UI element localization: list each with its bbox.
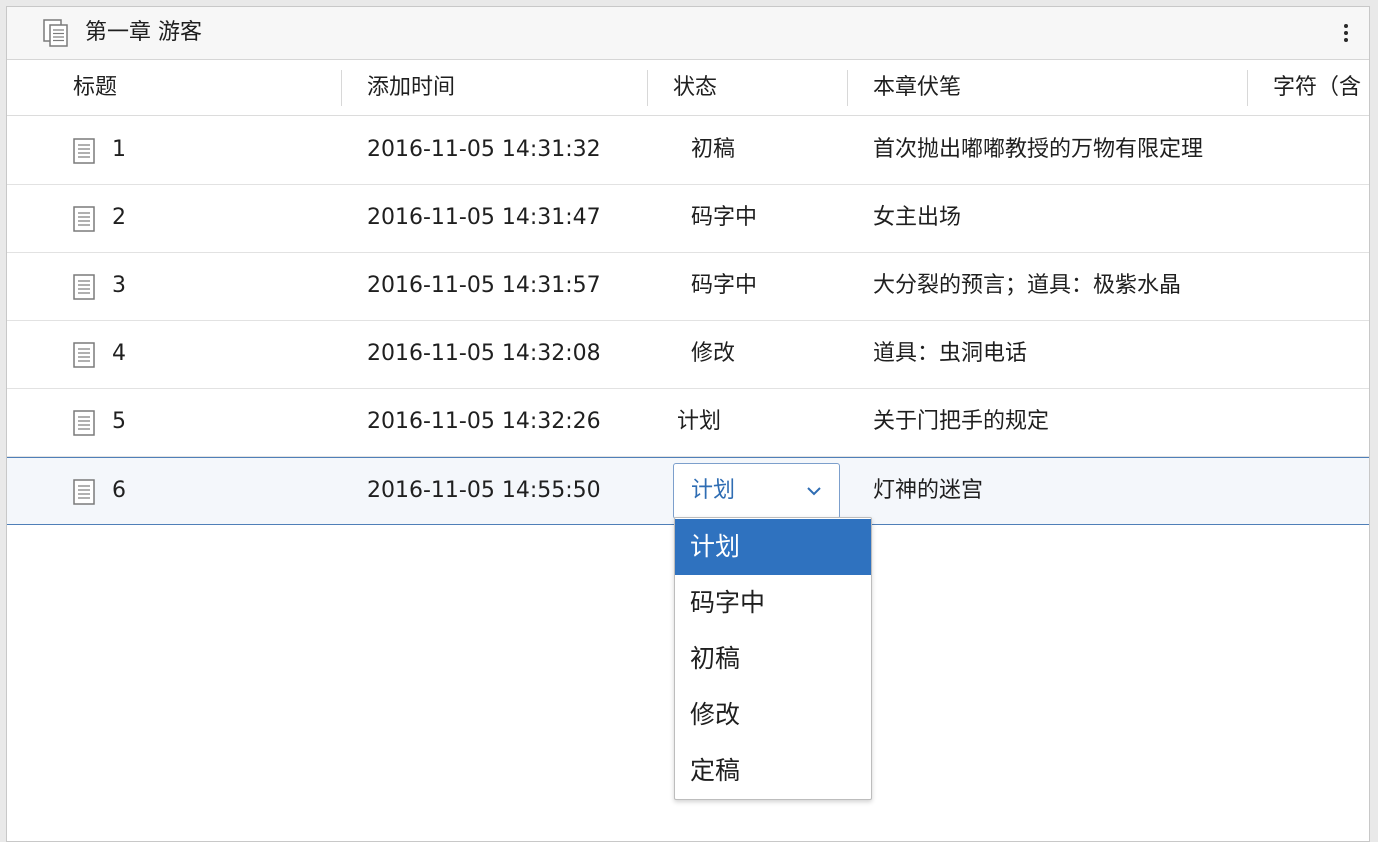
status-option-revise[interactable]: 修改 (675, 687, 871, 743)
row-added-time: 2016-11-05 14:31:47 (367, 205, 601, 230)
page-icon (73, 410, 95, 436)
column-resize-handle[interactable] (1247, 70, 1248, 106)
row-added-time: 2016-11-05 14:31:57 (367, 273, 601, 298)
status-select[interactable]: 计划 (673, 463, 840, 519)
page-icon (73, 138, 95, 164)
row-title: 6 (112, 478, 126, 503)
status-select-value: 计划 (691, 478, 736, 503)
page-icon (73, 206, 95, 232)
doc-stack-icon (43, 19, 68, 47)
column-resize-handle[interactable] (847, 70, 848, 106)
table-row[interactable]: 2 2016-11-05 14:31:47 码字中 女主出场 (7, 185, 1369, 253)
table-row[interactable]: 1 2016-11-05 14:31:32 初稿 首次抛出嘟嘟教授的万物有限定理 (7, 117, 1369, 185)
chapter-title: 第一章 游客 (85, 20, 202, 45)
row-foreshadow: 首次抛出嘟嘟教授的万物有限定理 (873, 137, 1204, 162)
row-added-time: 2016-11-05 14:32:08 (367, 341, 601, 366)
column-header-characters[interactable]: 字符（含 (1273, 60, 1361, 116)
row-title: 4 (112, 341, 126, 366)
more-vertical-icon[interactable] (1341, 21, 1351, 47)
status-option-drafting[interactable]: 码字中 (675, 575, 871, 631)
status-option-first-draft[interactable]: 初稿 (675, 631, 871, 687)
row-status[interactable]: 码字中 (691, 185, 757, 251)
table-row[interactable]: 4 2016-11-05 14:32:08 修改 道具：虫洞电话 (7, 321, 1369, 389)
row-title: 5 (112, 409, 126, 434)
page-icon (73, 274, 95, 300)
chevron-down-icon (807, 487, 821, 496)
row-foreshadow: 道具：虫洞电话 (873, 341, 1028, 366)
row-foreshadow: 关于门把手的规定 (873, 409, 1050, 434)
page-icon (73, 342, 95, 368)
status-option-plan[interactable]: 计划 (675, 519, 871, 575)
chapter-panel: 第一章 游客 标题 添加时间 状态 本章伏笔 字符（含 1 2016-11-05… (6, 6, 1370, 842)
table-row[interactable]: 3 2016-11-05 14:31:57 码字中 大分裂的预言；道具：极紫水晶 (7, 253, 1369, 321)
column-header-status[interactable]: 状态 (673, 60, 717, 116)
column-header-added-time[interactable]: 添加时间 (367, 60, 455, 116)
page-icon (73, 479, 95, 505)
row-added-time: 2016-11-05 14:31:32 (367, 137, 601, 162)
column-header-foreshadow[interactable]: 本章伏笔 (873, 60, 961, 116)
table-row-selected[interactable]: 6 2016-11-05 14:55:50 计划 灯神的迷宫 (7, 457, 1369, 525)
status-dropdown-menu: 计划 码字中 初稿 修改 定稿 (674, 517, 872, 800)
row-added-time: 2016-11-05 14:32:26 (367, 409, 601, 434)
status-option-final[interactable]: 定稿 (675, 743, 871, 799)
row-title: 3 (112, 273, 126, 298)
row-added-time: 2016-11-05 14:55:50 (367, 478, 601, 503)
table-header: 标题 添加时间 状态 本章伏笔 字符（含 (7, 60, 1369, 116)
row-title: 2 (112, 205, 126, 230)
column-resize-handle[interactable] (341, 70, 342, 106)
row-foreshadow: 女主出场 (873, 205, 962, 230)
row-title: 1 (112, 137, 126, 162)
table-row[interactable]: 5 2016-11-05 14:32:26 计划 关于门把手的规定 (7, 389, 1369, 457)
row-foreshadow: 灯神的迷宫 (873, 478, 984, 503)
row-status[interactable]: 计划 (677, 389, 721, 455)
row-status[interactable]: 修改 (691, 321, 735, 387)
panel-header: 第一章 游客 (7, 7, 1369, 60)
row-foreshadow: 大分裂的预言；道具：极紫水晶 (873, 273, 1182, 298)
row-status[interactable]: 码字中 (691, 253, 757, 319)
column-header-title[interactable]: 标题 (73, 60, 117, 116)
row-status[interactable]: 初稿 (691, 117, 735, 183)
column-resize-handle[interactable] (647, 70, 648, 106)
